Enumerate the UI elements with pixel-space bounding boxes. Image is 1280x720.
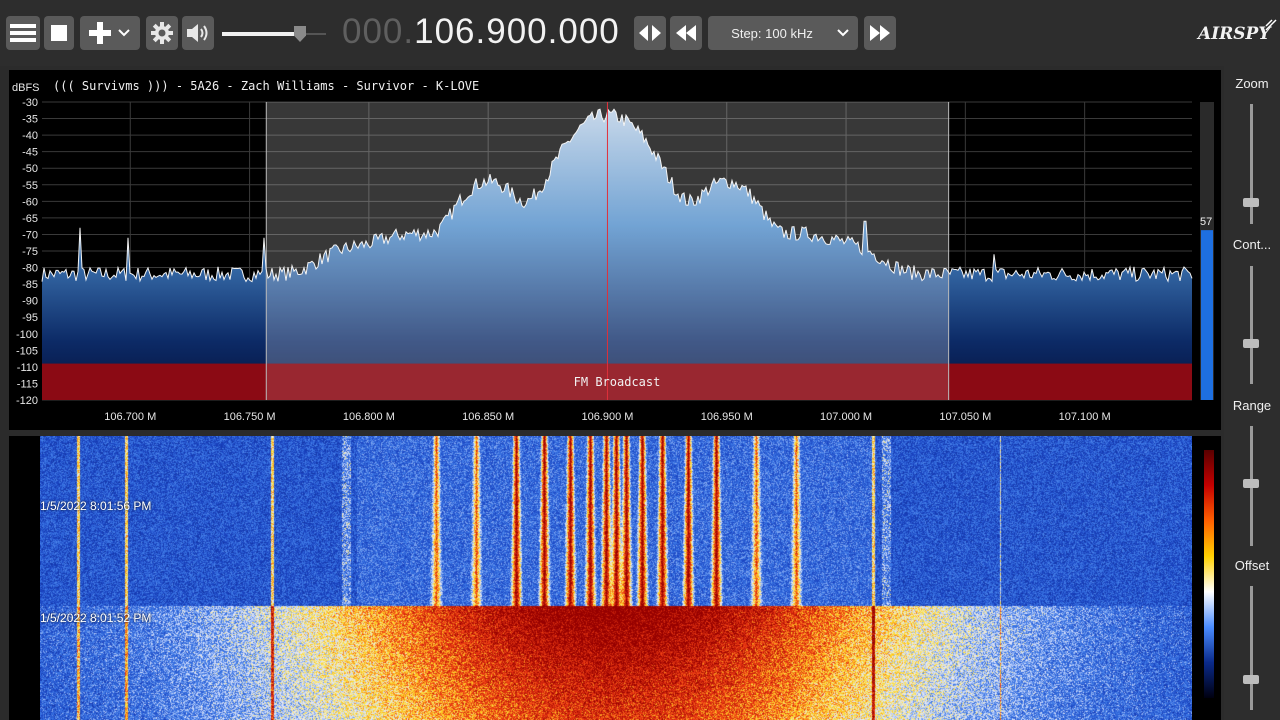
y-tick-label: -80 [22,263,38,275]
y-tick-label: -85 [22,279,38,291]
y-tick-label: -90 [22,296,38,308]
spectrum-plot[interactable]: -30 -35 -40 -45 -50 -55 -60 -65 -70 -75 -80 -85 -90 -… [9,70,1221,430]
signal-waves-icon [1265,19,1277,31]
frequency-display[interactable]: 000.106.900.000 [342,12,620,52]
x-tick-label: 106.700 M [104,411,156,423]
dbfs-unit-label: dBFS [12,82,40,94]
level-meter-value: 57 [1200,216,1212,228]
y-tick-label: -70 [22,229,38,241]
frequency-value[interactable]: 106.900.000 [414,12,620,51]
y-tick-label: -45 [22,147,38,159]
fast-forward-icon [870,25,890,41]
step-select-value: Step: 100 kHz [731,25,813,41]
range-slider-thumb[interactable] [1243,479,1259,488]
x-tick-label: 106.850 M [462,411,514,423]
chevron-down-icon [837,29,849,37]
waterfall-timestamp: 1/5/2022 8:01:56 PM [40,499,152,513]
tune-button[interactable] [634,16,666,50]
step-down-button[interactable] [670,16,702,50]
y-tick-label: -35 [22,114,38,126]
x-tick-label: 107.100 M [1059,411,1111,423]
x-tick-label: 106.800 M [343,411,395,423]
zoom-slider-thumb[interactable] [1243,198,1259,207]
contrast-slider-track[interactable] [1250,266,1253,384]
x-tick-label: 106.900 M [581,411,633,423]
band-label: FM Broadcast [574,375,661,389]
y-tick-label: -30 [22,97,38,109]
x-tick-label: 106.950 M [701,411,753,423]
airspy-logo: AIRSPY [1198,19,1277,44]
waterfall-colorbar [1204,450,1214,698]
y-tick-label: -115 [17,378,38,390]
add-source-button[interactable] [80,16,140,50]
y-tick-label: -55 [22,180,38,192]
contrast-slider-thumb[interactable] [1243,339,1259,348]
y-tick-label: -110 [17,362,38,374]
plus-icon [89,22,111,44]
left-right-arrows-icon [639,25,661,41]
y-tick-label: -40 [22,130,38,142]
chevron-down-icon [118,29,130,37]
rewind-icon [676,25,696,41]
y-tick-label: -100 [16,329,38,341]
stop-button[interactable] [44,16,74,50]
offset-slider-track[interactable] [1250,586,1253,710]
y-tick-label: -105 [16,345,38,357]
y-tick-label: -95 [22,312,38,324]
level-meter-bar [1201,230,1213,400]
y-tick-label: -75 [22,246,38,258]
x-tick-label: 107.000 M [820,411,872,423]
menu-button[interactable] [6,16,40,50]
waterfall-panel[interactable]: 1/5/2022 8:01:56 PM 1/5/2022 8:01:52 PM [9,436,1221,720]
step-select[interactable]: Step: 100 kHz [708,16,858,50]
frequency-leading-digits[interactable]: 000. [342,12,414,51]
y-tick-label: -65 [22,213,38,225]
hamburger-menu-icon [10,24,36,42]
offset-label: Offset [1234,558,1270,573]
zoom-label: Zoom [1235,76,1269,91]
settings-button[interactable] [146,16,178,50]
y-tick-label: -60 [22,196,38,208]
range-label: Range [1232,398,1272,413]
stop-square-icon [51,25,67,41]
toolbar: 000.106.900.000 Step: 100 kHz AIRSPY [0,0,1280,66]
display-settings-sidebar: Zoom Cont... Range Offset [1224,66,1280,720]
gear-icon [151,22,173,44]
volume-slider[interactable] [222,14,326,54]
offset-slider-thumb[interactable] [1243,675,1259,684]
speaker-icon [187,24,208,42]
mute-button[interactable] [182,16,214,50]
contrast-label: Cont... [1232,237,1272,252]
x-tick-label: 106.750 M [224,411,276,423]
step-up-button[interactable] [864,16,896,50]
waterfall-timestamp: 1/5/2022 8:01:52 PM [40,611,152,625]
y-tick-label: -50 [22,163,38,175]
waterfall-display[interactable] [40,436,1192,720]
x-tick-label: 107.050 M [939,411,991,423]
spectrum-panel[interactable]: -30 -35 -40 -45 -50 -55 -60 -65 -70 -75 -80 -85 -90 -… [9,70,1221,430]
volume-slider-thumb[interactable] [294,26,306,42]
airspy-logo-text: AIRSPY [1198,24,1271,44]
rds-text: ((( Survivms ))) - 5A26 - Zach Williams … [53,79,479,93]
y-tick-label: -120 [16,395,38,407]
